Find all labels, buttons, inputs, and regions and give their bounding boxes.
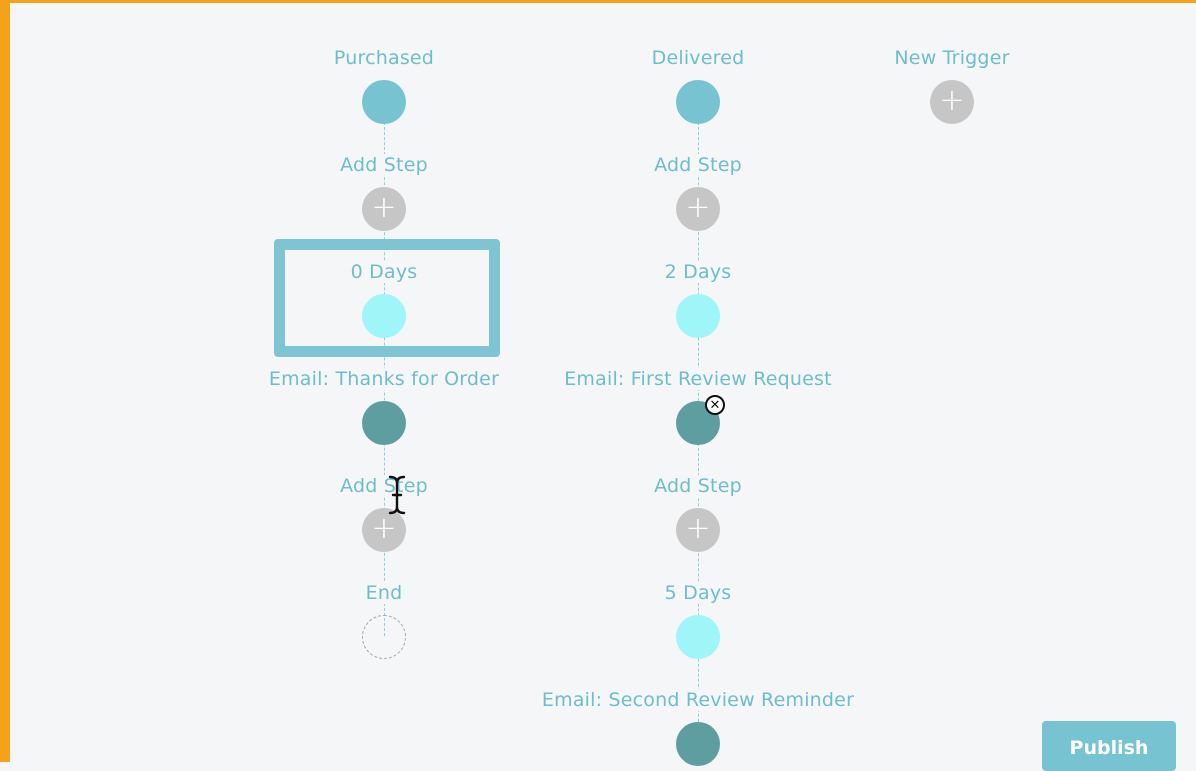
trigger-node-purchased[interactable] xyxy=(362,80,406,124)
plus-icon: + xyxy=(685,511,711,546)
delay-label: 5 Days xyxy=(662,582,734,604)
plus-icon: + xyxy=(371,190,397,225)
publish-button[interactable]: Publish xyxy=(1042,721,1176,771)
add-step-button[interactable]: + xyxy=(676,187,720,231)
add-step-label: Add Step xyxy=(338,475,430,497)
end-label: End xyxy=(363,582,405,604)
trigger-node-delivered[interactable] xyxy=(676,80,720,124)
delay-label: 0 Days xyxy=(348,261,420,283)
trigger-label-delivered: Delivered xyxy=(649,47,747,69)
email-label: Email: Thanks for Order xyxy=(266,368,502,390)
email-node[interactable] xyxy=(362,401,406,445)
add-step-label: Add Step xyxy=(338,154,430,176)
email-label: Email: Second Review Reminder xyxy=(539,689,857,711)
plus-icon: + xyxy=(371,511,397,546)
new-trigger-label: New Trigger xyxy=(892,47,1012,69)
add-step-button[interactable]: + xyxy=(362,187,406,231)
email-node[interactable] xyxy=(676,722,720,766)
add-step-label: Add Step xyxy=(652,154,744,176)
delay-node[interactable] xyxy=(676,294,720,338)
email-label: Email: First Review Request xyxy=(562,368,834,390)
window-frame-left xyxy=(0,0,10,762)
trigger-label-purchased: Purchased xyxy=(331,47,437,69)
end-node xyxy=(362,615,406,659)
delay-node[interactable] xyxy=(362,294,406,338)
delay-label: 2 Days xyxy=(662,261,734,283)
add-step-button[interactable]: + xyxy=(676,508,720,552)
new-trigger-button[interactable]: + xyxy=(930,80,974,124)
close-icon[interactable]: ✕ xyxy=(705,395,725,415)
add-step-label: Add Step xyxy=(652,475,744,497)
text-cursor-icon xyxy=(388,475,406,515)
plus-icon: + xyxy=(685,190,711,225)
delay-node[interactable] xyxy=(676,615,720,659)
plus-icon: + xyxy=(939,83,965,118)
